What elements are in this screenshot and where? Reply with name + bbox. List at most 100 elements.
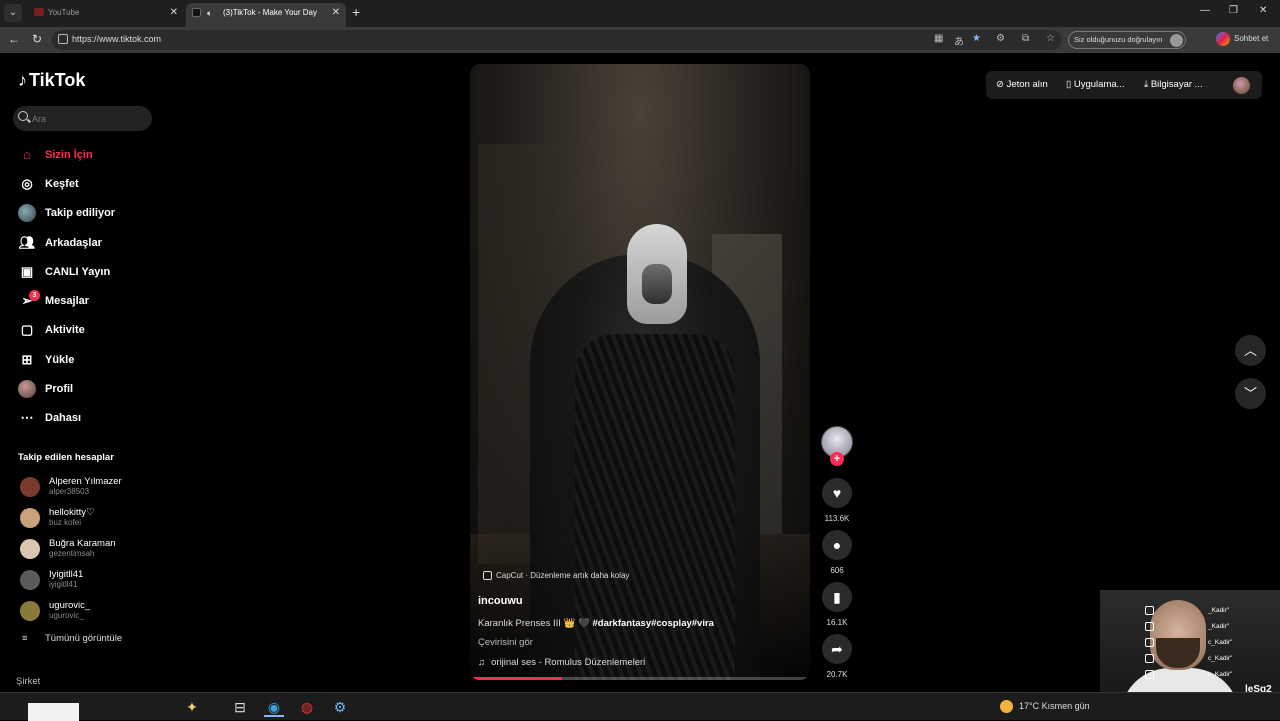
translate-icon[interactable]: あ	[954, 33, 964, 48]
video-caption: Karanlık Prenses III 👑 🖤 #darkfantasy#co…	[478, 618, 714, 629]
capcut-label: CapCut · Düzenleme artık daha kolay	[496, 571, 630, 580]
recording-app-icon[interactable]: ◍	[297, 697, 317, 717]
sidebar-item-following[interactable]: Takip ediliyor	[0, 199, 160, 228]
sidebar-item-activity[interactable]: ▢ Aktivite	[0, 316, 160, 345]
list-item[interactable]: Alperen Yılmazer alper38503	[18, 472, 158, 503]
avatar	[20, 601, 40, 621]
sidebar-item-more[interactable]: ⋯ Dahası	[0, 404, 160, 433]
profile-avatar	[1170, 34, 1183, 47]
minimize-button[interactable]: —	[1200, 5, 1210, 16]
more-icon: ⋯	[20, 410, 34, 426]
sidebar-item-friends[interactable]: 👥︎ Arkadaşlar	[0, 228, 160, 257]
chat-icon	[1145, 654, 1154, 663]
speaker-icon[interactable]: 🔈︎	[207, 3, 212, 23]
previous-video-button[interactable]: ︿	[1235, 335, 1266, 366]
favorites-icon[interactable]: ☆	[1046, 33, 1055, 44]
video-sound-link[interactable]: ♫ orijinal ses - Romulus Düzenlemeleri	[478, 657, 645, 668]
chevron-down-icon: ﹀	[1243, 386, 1257, 401]
favorite-star-icon[interactable]: ★	[972, 33, 981, 44]
stream-chat-overlay: _Kadir" _Kadir" c_Kadir" c_Kadir" c_Kadi…	[1145, 606, 1280, 686]
chat-icon	[1145, 622, 1154, 631]
get-app-label: Uygulama...	[1073, 79, 1125, 90]
like-button[interactable]: ♥	[822, 478, 852, 508]
tab-title: (3)TikTok - Make Your Day	[223, 8, 317, 17]
chat-line: c_Kadir"	[1145, 654, 1280, 670]
see-translation-link[interactable]: Çevirisini gör	[478, 637, 533, 648]
list-item[interactable]: hellokitty♡ buz kofei	[18, 503, 158, 534]
split-screen-icon[interactable]: ⧉	[1022, 33, 1029, 44]
sidebar-item-explore[interactable]: ◎ Keşfet	[0, 169, 160, 198]
comment-icon: ●	[832, 537, 842, 553]
desktop-app-label: Bilgisayar ...	[1150, 79, 1203, 90]
user-avatar[interactable]	[1233, 77, 1250, 94]
tab-actions-menu-button[interactable]: ⌄	[4, 4, 22, 22]
address-toolbar: ← ↻ https://www.tiktok.com ▦ あ ★ ⚙ ⧉ ☆ S…	[0, 27, 1280, 53]
taskbar-search[interactable]	[28, 703, 79, 721]
weather-widget[interactable]: 17°C Kısmen gün	[1000, 700, 1090, 713]
weather-sun-icon	[1000, 700, 1013, 713]
account-name: Buğra Karaman	[49, 538, 116, 549]
search-box[interactable]	[13, 106, 152, 131]
window-close-button[interactable]: ✕	[1259, 5, 1267, 16]
share-button[interactable]: ➦	[822, 634, 852, 664]
copilot-sparkle-icon[interactable]: ✦	[182, 697, 202, 717]
get-app-button[interactable]: ▯ Uygulama...	[1066, 79, 1125, 90]
steam-icon[interactable]: ⚙	[330, 697, 350, 717]
chat-line: _Kadir"	[1145, 622, 1280, 638]
video-frame-mask	[642, 264, 672, 304]
share-icon: ➦	[831, 641, 843, 657]
avatar	[20, 539, 40, 559]
address-bar[interactable]: https://www.tiktok.com ▦ あ ★	[52, 30, 1062, 50]
follow-plus-button[interactable]: +	[830, 452, 844, 466]
chat-icon	[1145, 606, 1154, 615]
caption-hashtags[interactable]: #darkfantasy#cosplay#vira	[592, 618, 713, 629]
sidebar-item-label: Dahası	[45, 412, 82, 425]
tiktok-logo[interactable]: ♪ TikTok	[18, 70, 85, 91]
video-progress-fill	[470, 677, 562, 680]
new-tab-button[interactable]: +	[352, 4, 360, 20]
desktop-app-button[interactable]: ⤓ Bilgisayar ...	[1144, 79, 1203, 90]
sidebar-item-live[interactable]: ▣ CANLI Yayın	[0, 257, 160, 286]
see-all-button[interactable]: ≡ Tümünü görüntüle	[22, 633, 122, 644]
list-item[interactable]: Iyigitll41 iyigitll41	[18, 565, 158, 596]
task-view-icon[interactable]: ⊟	[230, 697, 250, 717]
get-coins-button[interactable]: ⊘ Jeton alın	[996, 79, 1048, 90]
app-available-icon[interactable]: ▦	[934, 33, 943, 44]
youtube-favicon	[34, 8, 44, 16]
video-player[interactable]: CapCut · Düzenleme artık daha kolay inco…	[470, 64, 810, 680]
close-icon[interactable]: ✕	[170, 3, 178, 23]
list-item[interactable]: ugurovic_ ugurovic_	[18, 596, 158, 627]
video-progress-bar[interactable]	[470, 677, 810, 680]
refresh-button[interactable]: ↻	[32, 32, 42, 46]
copilot-chat-button[interactable]: Sohbet et	[1216, 32, 1268, 46]
close-icon[interactable]: ✕	[332, 3, 340, 23]
site-info-icon[interactable]	[58, 34, 68, 44]
see-all-label: Tümünü görüntüle	[45, 633, 123, 644]
tab-youtube[interactable]: YouTube ✕	[28, 3, 184, 27]
maximize-button[interactable]: ❐	[1229, 5, 1238, 16]
company-link[interactable]: Şirket	[16, 676, 40, 687]
account-username: buz kofei	[49, 518, 82, 527]
copilot-label: Sohbet et	[1234, 34, 1269, 44]
sidebar-item-profile[interactable]: Profil	[0, 374, 160, 403]
extensions-icon[interactable]: ⚙	[996, 33, 1005, 44]
sidebar-item-messages[interactable]: ➢ 3 Mesajlar	[0, 286, 160, 315]
search-input[interactable]	[32, 111, 142, 126]
tab-tiktok[interactable]: 🔈︎ (3)TikTok - Make Your Day ✕	[186, 3, 346, 27]
capcut-anchor-link[interactable]: CapCut · Düzenleme artık daha kolay	[483, 571, 630, 581]
chat-line: c_Kadir"	[1145, 638, 1280, 654]
sidebar-item-upload[interactable]: ⊞ Yükle	[0, 345, 160, 374]
edge-browser-icon[interactable]: ◉	[264, 697, 284, 717]
video-author[interactable]: incouwu	[478, 595, 523, 607]
following-accounts-list: Alperen Yılmazer alper38503 hellokitty♡ …	[18, 472, 158, 627]
save-button[interactable]: ▮	[822, 582, 852, 612]
back-button[interactable]: ←	[8, 32, 20, 46]
list-item[interactable]: Buğra Karaman gezentimsah	[18, 534, 158, 565]
sidebar-item-for-you[interactable]: ⌂ Sizin İçin	[0, 140, 160, 169]
bookmark-icon: ▮	[833, 589, 841, 605]
next-video-button[interactable]: ﹀	[1235, 378, 1266, 409]
verify-identity-button[interactable]: Siz olduğunuzu doğrulayın	[1068, 31, 1186, 49]
comment-button[interactable]: ●	[822, 530, 852, 560]
compass-icon: ◎	[21, 175, 33, 191]
copilot-icon	[1216, 32, 1230, 46]
